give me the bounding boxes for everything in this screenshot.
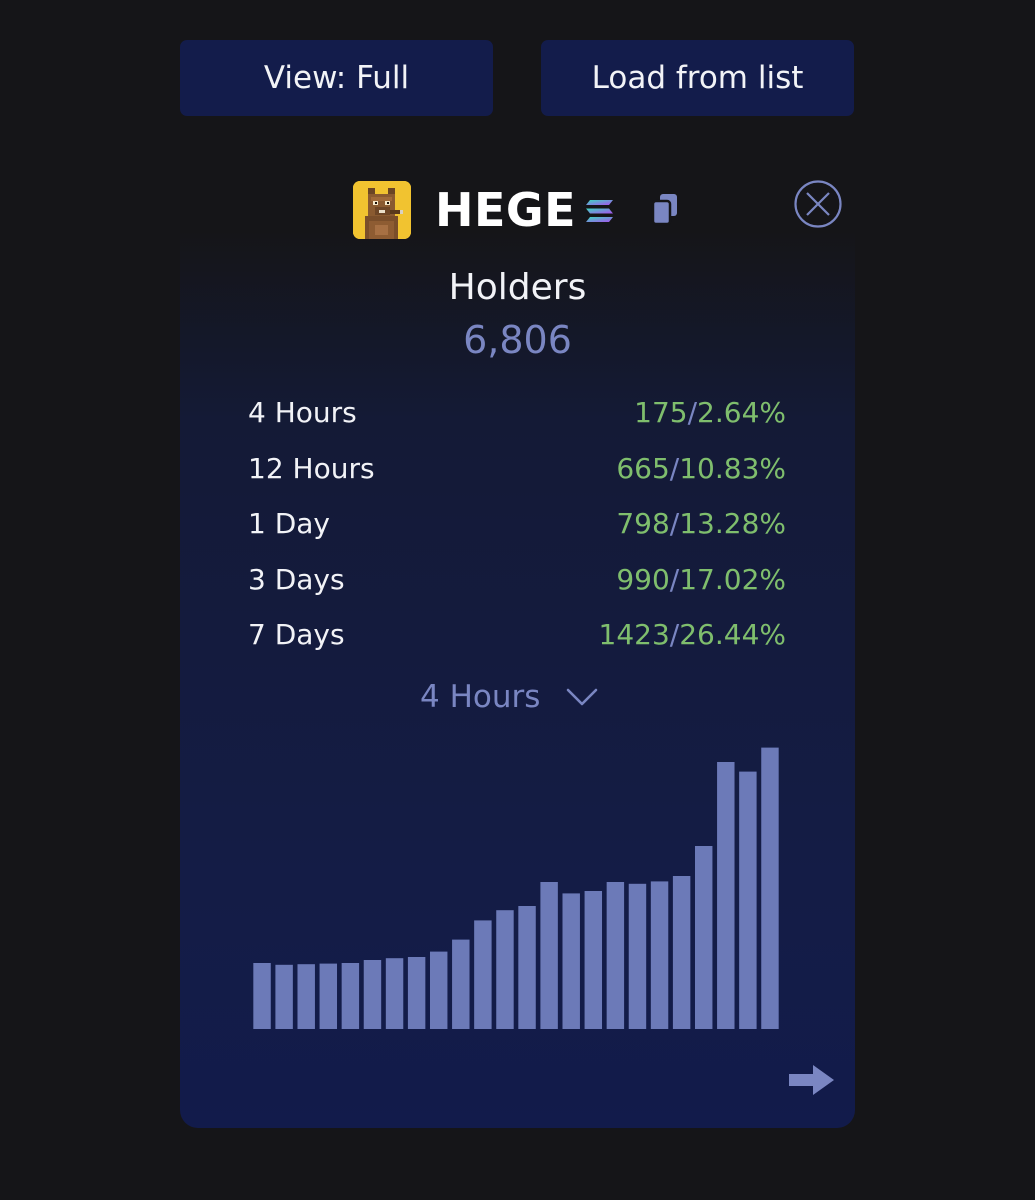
stat-change: 990/17.02% [616, 552, 786, 608]
stat-count: 1423 [598, 618, 670, 651]
chart-bar [761, 747, 779, 1029]
chart-bar [363, 960, 382, 1029]
chart-bar [385, 958, 404, 1029]
stat-count: 175 [634, 396, 688, 429]
chart-bar [407, 957, 426, 1029]
pixel-creature-avatar-icon [353, 181, 411, 239]
stat-row-7d: 7 Days 1423/26.44% [248, 607, 786, 663]
stat-period: 7 Days [248, 618, 345, 651]
view-mode-button[interactable]: View: Full [180, 40, 493, 116]
stat-period: 3 Days [248, 562, 345, 596]
stat-period: 1 Day [248, 507, 331, 540]
stat-count: 665 [616, 451, 670, 485]
stat-row-3d: 3 Days 990/17.02% [248, 552, 786, 608]
chart-bar [672, 876, 691, 1029]
chart-period-label: 4 Hours [420, 679, 541, 715]
holders-count: 6,806 [463, 318, 572, 362]
holders-label: Holders [448, 267, 587, 308]
chart-bar [562, 893, 580, 1029]
token-card: HEGE Holders 6,806 4 Hours 175/2.64% 12 … [180, 160, 855, 1128]
stat-period: 12 Hours [248, 451, 375, 485]
chart-bar [584, 891, 603, 1029]
stat-change: 798/13.28% [616, 496, 786, 552]
token-header: HEGE [180, 160, 855, 260]
chart-bar [540, 882, 558, 1029]
chart-bar [694, 846, 713, 1029]
solana-icon [584, 195, 616, 227]
stat-percent: 17.02% [679, 562, 786, 596]
chart-bar [452, 939, 470, 1029]
chart-bar [297, 964, 315, 1029]
load-from-list-label: Load from list [591, 60, 804, 96]
stat-percent: 2.64% [697, 396, 786, 429]
chart-bar [429, 951, 448, 1029]
stat-period: 4 Hours [248, 396, 357, 429]
chart-bar [606, 882, 625, 1029]
stat-count: 798 [616, 507, 670, 540]
chart-bar [628, 883, 647, 1029]
stat-percent: 10.83% [679, 451, 786, 485]
chart-bar [717, 762, 735, 1029]
stat-change: 665/10.83% [616, 441, 786, 497]
stat-change: 1423/26.44% [599, 607, 786, 663]
stat-row-12h: 12 Hours 665/10.83% [248, 441, 786, 497]
chart-bar [496, 910, 514, 1029]
stat-separator: / [669, 451, 680, 485]
copy-icon[interactable] [650, 192, 680, 226]
chart-bar [474, 920, 492, 1029]
chart-period-dropdown[interactable]: 4 Hours [420, 672, 598, 722]
token-name: HEGE [435, 183, 577, 237]
stat-separator: / [669, 507, 680, 540]
chart-bar [518, 906, 536, 1029]
load-from-list-button[interactable]: Load from list [541, 40, 854, 116]
stat-separator: / [669, 618, 680, 651]
chart-bar [739, 771, 757, 1029]
arrow-right-icon[interactable] [787, 1062, 837, 1098]
stat-row-4h: 4 Hours 175/2.64% [248, 385, 786, 441]
stat-row-1d: 1 Day 798/13.28% [248, 496, 786, 552]
chart-bar [341, 963, 360, 1029]
chart-bar [253, 963, 271, 1029]
stat-separator: / [687, 396, 698, 429]
stat-change: 175/2.64% [634, 385, 786, 441]
holder-change-table: 4 Hours 175/2.64% 12 Hours 665/10.83% 1 … [248, 385, 786, 663]
close-circle-icon[interactable] [793, 179, 843, 229]
chart-bar [275, 964, 293, 1029]
chart-bar [319, 963, 338, 1029]
view-mode-label: View: Full [263, 60, 410, 96]
holders-bar-chart [253, 747, 779, 1029]
stat-percent: 13.28% [679, 507, 786, 540]
chevron-down-icon [567, 688, 598, 706]
stat-percent: 26.44% [679, 618, 786, 651]
stat-count: 990 [616, 562, 670, 596]
chart-bar [650, 881, 669, 1029]
stat-separator: / [669, 562, 680, 596]
